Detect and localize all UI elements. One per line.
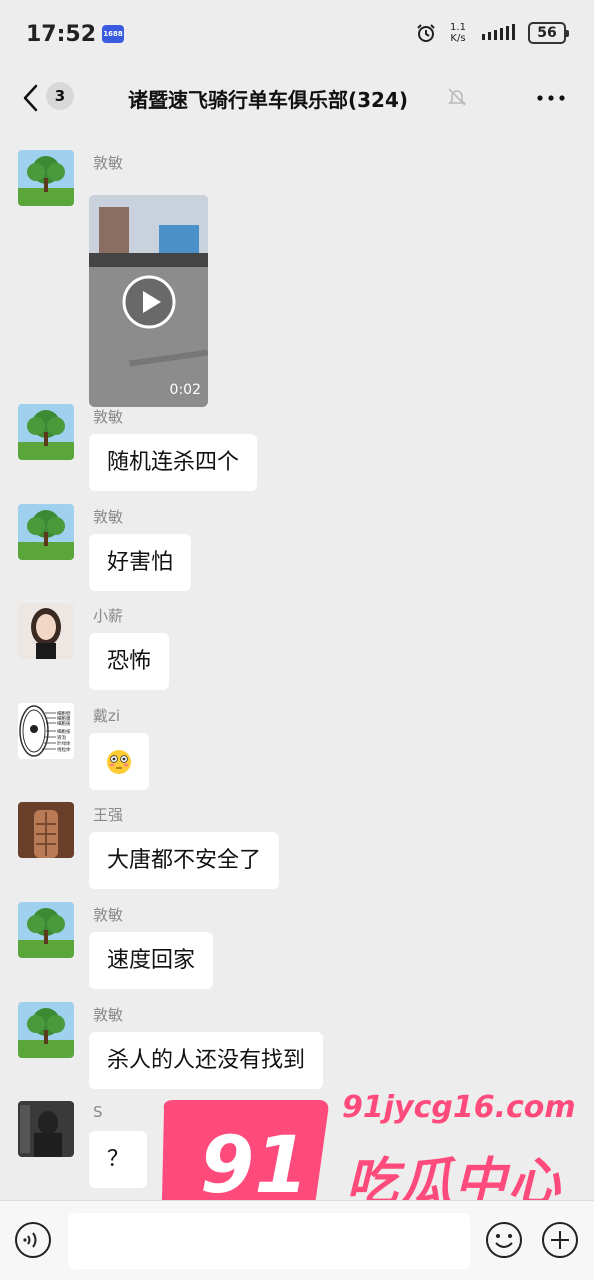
chat-title: 诸暨速飞骑行单车俱乐部(324) xyxy=(128,88,409,112)
sender-name: 敦敏 xyxy=(93,408,124,426)
svg-text:细胞壁: 细胞壁 xyxy=(57,710,71,717)
tree-avatar[interactable] xyxy=(18,150,74,206)
back-arrow-icon[interactable] xyxy=(20,82,42,114)
emoji-message-bubble[interactable] xyxy=(89,733,149,790)
message-bubble[interactable]: 速度回家 xyxy=(89,932,214,989)
message-item: 敦敏 好害怕 xyxy=(0,504,594,594)
message-item: 细胞壁 细胞膜 细胞质 细胞核 液泡 叶绿体 线粒体 戴zi xyxy=(0,703,594,793)
battery-indicator: 56 xyxy=(528,22,569,44)
alarm-clock-icon xyxy=(417,24,435,42)
sender-name: S xyxy=(93,1103,103,1121)
message-item: 小薪 恐怖 xyxy=(0,603,594,693)
sender-name: 戴zi xyxy=(93,707,121,725)
cell-diagram-avatar[interactable]: 细胞壁 细胞膜 细胞质 细胞核 液泡 叶绿体 线粒体 xyxy=(18,703,74,759)
sender-name: 敦敏 xyxy=(93,906,124,924)
sender-name: 敦敏 xyxy=(93,154,124,172)
voice-input-icon[interactable] xyxy=(14,1221,52,1259)
sender-name: 小薪 xyxy=(93,607,124,625)
status-time: 17:52 xyxy=(26,21,97,47)
play-icon[interactable] xyxy=(121,274,177,330)
dark-photo-avatar[interactable] xyxy=(18,1101,74,1157)
watermark-url: 91jycg16.com xyxy=(342,1090,576,1125)
message-bubble[interactable]: 好害怕 xyxy=(89,534,192,591)
flushed-face-emoji-icon xyxy=(107,750,131,774)
svg-text:细胞核: 细胞核 xyxy=(57,728,71,735)
message-bubble[interactable]: 恐怖 xyxy=(89,633,170,690)
chat-header: 3 诸暨速飞骑行单车俱乐部(324) xyxy=(0,68,594,128)
mute-bell-icon xyxy=(448,88,466,106)
message-item: 敦敏 杀人的人还没有找到 xyxy=(0,1002,594,1092)
svg-text:线粒体: 线粒体 xyxy=(57,746,71,753)
message-input[interactable] xyxy=(68,1213,470,1269)
video-message[interactable]: 0:02 xyxy=(89,195,208,407)
network-speed-unit: K/s xyxy=(450,33,466,44)
sender-name: 敦敏 xyxy=(93,1006,124,1024)
svg-text:液泡: 液泡 xyxy=(57,734,66,741)
svg-text:叶绿体: 叶绿体 xyxy=(57,740,71,747)
message-bubble[interactable]: 随机连杀四个 xyxy=(89,434,258,491)
add-attachment-icon[interactable] xyxy=(541,1221,579,1259)
svg-text:细胞膜: 细胞膜 xyxy=(57,715,71,722)
status-bar: 17:52 1688 1.1 K/s 56 xyxy=(0,0,594,68)
watermark-number: 91 xyxy=(200,1121,309,1211)
sender-name: 王强 xyxy=(93,806,124,824)
tree-avatar[interactable] xyxy=(18,404,74,460)
app-notification-badge: 1688 xyxy=(102,25,125,43)
message-item: 王强 大唐都不安全了 xyxy=(0,802,594,892)
input-bar xyxy=(0,1200,594,1280)
signal-strength-icon xyxy=(482,24,515,40)
more-options-icon[interactable] xyxy=(536,94,566,102)
network-speed-value: 1.1 xyxy=(450,22,466,33)
message-item: 敦敏 0:02 xyxy=(0,150,594,410)
message-bubble[interactable]: ？ xyxy=(89,1131,148,1188)
unread-count-badge[interactable]: 3 xyxy=(46,82,74,110)
message-item: 敦敏 速度回家 xyxy=(0,902,594,992)
message-item: 敦敏 随机连杀四个 xyxy=(0,404,594,494)
muscle-avatar[interactable] xyxy=(18,802,74,858)
video-duration: 0:02 xyxy=(169,382,201,398)
status-indicators: 1.1 K/s 56 xyxy=(416,22,569,44)
sender-name: 敦敏 xyxy=(93,508,124,526)
message-bubble[interactable]: 大唐都不安全了 xyxy=(89,832,280,889)
emoji-picker-icon[interactable] xyxy=(485,1221,523,1259)
svg-text:细胞质: 细胞质 xyxy=(57,720,71,727)
tree-avatar[interactable] xyxy=(18,1002,74,1058)
tree-avatar[interactable] xyxy=(18,902,74,958)
network-speed: 1.1 K/s xyxy=(446,22,470,44)
girl-avatar[interactable] xyxy=(18,603,74,659)
tree-avatar[interactable] xyxy=(18,504,74,560)
